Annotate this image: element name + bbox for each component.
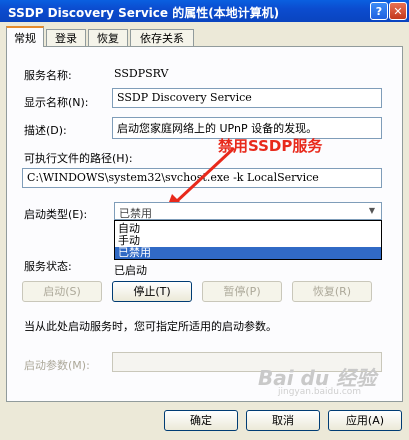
start-params-hint: 当从此处启动服务时，您可指定所适用的启动参数。 <box>24 320 277 333</box>
service-name-value: SSDPSRV <box>114 67 169 80</box>
title-bar[interactable]: SSDP Discovery Service 的属性(本地计算机) ? ✕ <box>0 0 409 22</box>
start-params-label: 启动参数(M): <box>24 359 90 372</box>
tab-logon[interactable]: 登录 <box>46 29 86 46</box>
stop-button[interactable]: 停止(T) <box>112 281 192 302</box>
service-status-value: 已启动 <box>114 264 147 277</box>
tab-general[interactable]: 常规 <box>6 26 44 47</box>
help-button[interactable]: ? <box>370 2 388 20</box>
apply-button[interactable]: 应用(A) <box>328 410 402 431</box>
startup-option-manual[interactable]: 手动 <box>115 235 381 247</box>
startup-type-select[interactable]: 已禁用 ▼ <box>114 202 382 220</box>
description-label: 描述(D): <box>24 124 67 137</box>
properties-window: SSDP Discovery Service 的属性(本地计算机) ? ✕ 常规… <box>0 0 409 440</box>
ok-button[interactable]: 确定 <box>164 410 238 431</box>
service-name-label: 服务名称: <box>24 69 72 82</box>
chevron-down-icon[interactable]: ▼ <box>365 204 379 218</box>
tab-recovery[interactable]: 恢复 <box>88 29 128 46</box>
display-name-field[interactable]: SSDP Discovery Service <box>112 88 382 108</box>
startup-type-selected: 已禁用 <box>119 207 152 220</box>
startup-type-label: 启动类型(E): <box>24 208 88 221</box>
resume-button[interactable]: 恢复(R) <box>292 281 372 302</box>
start-button[interactable]: 启动(S) <box>22 281 102 302</box>
startup-option-auto[interactable]: 自动 <box>115 223 381 235</box>
startup-type-dropdown: 自动 手动 已禁用 <box>114 220 382 260</box>
tab-dependencies[interactable]: 依存关系 <box>130 29 194 46</box>
display-name-label: 显示名称(N): <box>24 96 89 109</box>
watermark-url: jingyan.baidu.com <box>278 387 362 397</box>
close-button[interactable]: ✕ <box>389 2 407 20</box>
service-status-label: 服务状态: <box>24 260 72 273</box>
window-title: SSDP Discovery Service 的属性(本地计算机) <box>8 6 280 20</box>
executable-path-label: 可执行文件的路径(H): <box>24 152 133 165</box>
cancel-button[interactable]: 取消 <box>246 410 320 431</box>
startup-option-disabled[interactable]: 已禁用 <box>115 247 381 259</box>
pause-button[interactable]: 暂停(P) <box>202 281 282 302</box>
